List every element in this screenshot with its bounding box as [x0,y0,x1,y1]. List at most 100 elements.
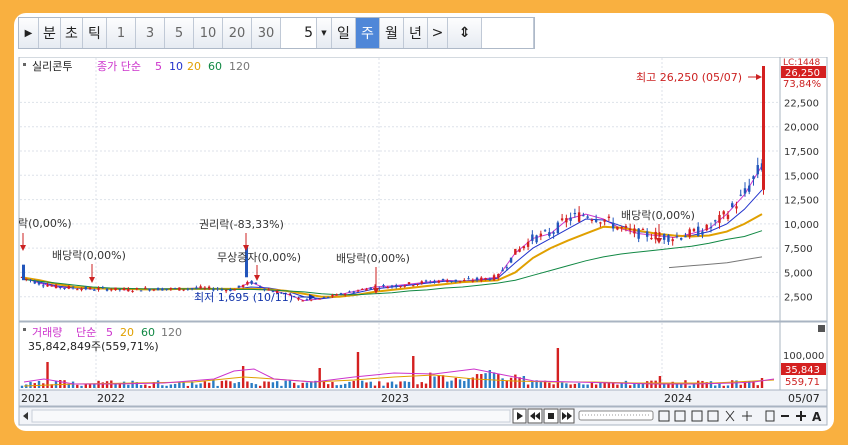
candle-body [688,229,691,237]
volume-bar [548,382,551,388]
candle-body [356,290,360,292]
volume-bar [233,383,236,388]
volume-bar [437,375,440,388]
candle-body [335,294,338,296]
volume-bar [688,385,691,388]
volume-bar [344,383,347,388]
volume-bar [628,385,632,388]
candle-body [735,206,738,209]
second-button[interactable]: 초 [61,18,83,48]
day-button[interactable]: 일 [332,18,356,48]
stop-icon [548,413,554,419]
candle-body [509,257,513,263]
year-button[interactable]: 년 [404,18,428,48]
volume-bar [603,382,606,388]
candle-body [684,235,687,238]
volume-bar [378,381,381,388]
candle-body [139,290,143,292]
candle-body [667,235,670,242]
candle-body [701,231,704,235]
candle-body [195,287,198,289]
volume-bar [616,384,619,388]
candle-body [318,298,321,300]
volume-bar [156,380,160,388]
interval-30-button[interactable]: 30 [252,18,281,48]
candle-body [67,286,70,289]
candle-body [331,294,334,297]
candle-body [105,288,109,291]
panel-close-icon[interactable] [818,325,825,332]
month-button[interactable]: 월 [380,18,404,48]
volume-bar [701,380,704,388]
candle-body [37,282,41,285]
candle-body [624,225,628,228]
y-tick-label: 22,500 [784,98,819,109]
period-dropdown-button[interactable]: ▼ [317,18,332,48]
volume-bar [518,377,521,388]
candle-body [122,288,126,290]
candle-body [645,231,649,237]
volume-bar [395,384,398,388]
play-button[interactable]: ▶ [19,18,39,48]
price-legend: 실리콘투 종가 단순 5 10 20 60 120 [23,60,250,73]
volume-bar [207,382,211,388]
minute-button[interactable]: 분 [39,18,61,48]
candle-body [110,289,113,291]
interval-20-button[interactable]: 20 [223,18,252,48]
candle-body [361,289,364,291]
next-button[interactable]: > [428,18,448,48]
scroll-track[interactable] [31,409,511,423]
interval-3-button[interactable]: 3 [136,18,165,48]
event-label-3: 권리락(-83,33%) [199,218,284,231]
interval-1-button[interactable]: 1 [107,18,136,48]
candle-body [539,233,543,237]
candle-body [327,296,330,298]
candle-body [590,220,594,222]
volume-ma-120: 120 [161,326,182,339]
candle-body [190,288,194,290]
candle-body [607,216,611,218]
volume-bar [526,384,530,388]
volume-bar [420,382,423,388]
candle-body [599,222,602,224]
interval-5-button[interactable]: 5 [165,18,194,48]
week-button[interactable]: 주 [356,18,380,48]
volume-bar [573,383,577,388]
candle-body [552,232,555,234]
candle-body [250,280,253,284]
auto-scale-icon[interactable]: A [812,410,822,424]
candle-body [254,282,258,284]
candle-body [514,248,517,255]
candle-body [118,289,122,291]
code-input[interactable] [482,18,534,48]
candle-body [173,288,177,290]
current-volume-label: 35,843 [785,365,820,376]
volume-bar [144,384,147,388]
interval-10-button[interactable]: 10 [194,18,223,48]
candle-body [722,211,725,215]
x-label-2024: 2024 [664,392,692,405]
candle-body [433,280,436,282]
candle-body [169,288,173,290]
tick-button[interactable]: 틱 [83,18,107,48]
period-input[interactable]: 5 [281,18,317,48]
candle-body [692,228,696,232]
y-tick-label: 20,000 [784,123,819,134]
volume-bar [709,381,713,388]
candle-body [97,287,100,290]
split-button[interactable]: ⇕ [448,18,482,48]
volume-bar [599,382,602,388]
candle-body [93,289,96,291]
event-label-6: 배당락(0,00%) [621,209,695,222]
candle-body [101,287,105,289]
volume-bar [497,374,500,388]
volume-bar [348,381,351,388]
candle-body [258,286,262,288]
volume-bar [501,378,504,388]
volume-bar [203,381,207,388]
candle-body [365,288,368,291]
candle-body [480,277,483,281]
volume-bar [246,381,249,388]
candle-body [484,277,487,280]
volume-y-tick: 100,000 [783,351,824,362]
